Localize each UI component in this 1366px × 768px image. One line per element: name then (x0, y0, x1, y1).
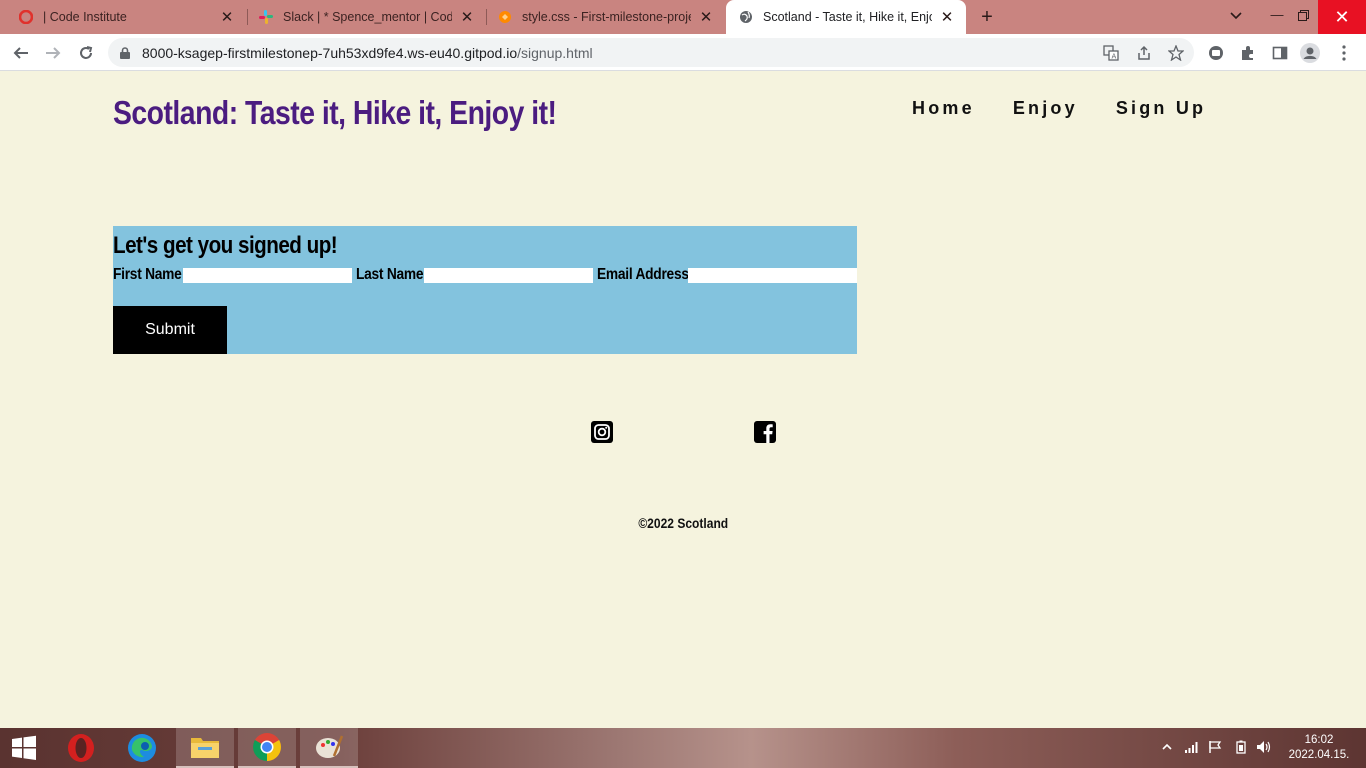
svg-text:A: A (1112, 53, 1117, 61)
action-center-flag-icon[interactable] (1208, 740, 1222, 757)
clock-time: 16:02 (1304, 734, 1334, 746)
signup-form: Let's get you signed up! First Name Last… (113, 226, 857, 354)
address-bar[interactable]: 8000-ksagep-firstmilestonep-7uh53xd9fe4.… (108, 38, 1194, 67)
nav-home-link[interactable]: Home (912, 98, 975, 119)
tab-scotland-active[interactable]: Scotland - Taste it, Hike it, Enjoy it! … (726, 0, 966, 34)
instagram-icon[interactable] (590, 420, 614, 444)
reload-icon[interactable] (73, 40, 99, 66)
email-address-input[interactable] (688, 268, 857, 283)
last-name-input[interactable] (424, 268, 593, 283)
bookmark-star-icon[interactable] (1168, 45, 1184, 61)
translate-icon[interactable]: A (1103, 45, 1119, 61)
tab-title: Scotland - Taste it, Hike it, Enjoy it! (763, 10, 932, 24)
copyright-label: ©2022 Scotland (638, 515, 728, 531)
nav-enjoy-link[interactable]: Enjoy (1013, 98, 1078, 119)
minimize-icon[interactable]: — (1264, 0, 1290, 34)
email-address-label: Email Address (597, 266, 689, 283)
window-close-button[interactable]: ✕ (1318, 0, 1366, 34)
nav-signup-link[interactable]: Sign Up (1116, 98, 1206, 119)
restore-icon[interactable] (1290, 0, 1316, 34)
close-icon[interactable]: ✕ (218, 8, 236, 26)
browser-toolbar: 8000-ksagep-firstmilestonep-7uh53xd9fe4.… (0, 34, 1366, 71)
windows-taskbar: 16:02 2022.04.15. (0, 728, 1366, 768)
tab-code-institute[interactable]: | Code Institute ✕ (0, 0, 246, 34)
first-name-input[interactable] (183, 268, 352, 283)
site-nav: Home Enjoy Sign Up (912, 98, 1244, 119)
battery-icon[interactable] (1236, 740, 1246, 757)
url-host: 8000-ksagep-firstmilestonep-7uh53xd9fe4.… (142, 45, 518, 61)
tab-slack[interactable]: Slack | * Spence_mentor | Code Institute… (248, 0, 486, 34)
back-arrow-icon[interactable] (8, 40, 34, 66)
tab-search-chevron-icon[interactable] (1230, 8, 1242, 23)
profile-avatar-icon[interactable] (1300, 43, 1320, 63)
side-panel-icon[interactable] (1270, 43, 1290, 63)
media-icon[interactable] (1206, 43, 1226, 63)
share-icon[interactable] (1136, 45, 1152, 61)
globe-icon (738, 9, 754, 25)
extensions-puzzle-icon[interactable] (1238, 43, 1258, 63)
volume-icon[interactable] (1256, 740, 1272, 757)
url-text: 8000-ksagep-firstmilestonep-7uh53xd9fe4.… (142, 45, 593, 61)
web-page: Scotland: Taste it, Hike it, Enjoy it! H… (0, 72, 1366, 728)
chrome-icon[interactable] (238, 728, 296, 768)
facebook-icon[interactable] (753, 420, 777, 444)
show-hidden-icons-chevron-icon[interactable] (1162, 740, 1172, 754)
tab-style-css[interactable]: style.css - First-milestone-project ✕ (487, 0, 725, 34)
opera-icon[interactable] (52, 728, 110, 768)
slack-icon (258, 9, 274, 25)
last-name-label: Last Name (356, 266, 424, 283)
copyright-text: ©2022 Scotland (0, 515, 1366, 531)
paint-icon[interactable] (300, 728, 358, 768)
network-signal-icon[interactable] (1184, 740, 1200, 757)
signup-fields-row: First Name Last Name Email Address (113, 266, 857, 286)
start-icon[interactable] (0, 728, 48, 768)
tab-title: | Code Institute (43, 10, 127, 24)
edge-icon[interactable] (113, 728, 171, 768)
url-path: /signup.html (517, 45, 593, 61)
tab-title: Slack | * Spence_mentor | Code Institute (283, 10, 452, 24)
file-explorer-icon[interactable] (176, 728, 234, 768)
tab-strip: | Code Institute ✕ Slack | * Spence_ment… (0, 0, 1366, 34)
site-title[interactable]: Scotland: Taste it, Hike it, Enjoy it! (113, 94, 557, 132)
lock-icon[interactable] (120, 46, 130, 59)
signup-heading: Let's get you signed up! (113, 232, 338, 259)
opera-favicon-icon (18, 9, 34, 25)
close-icon[interactable]: ✕ (458, 8, 476, 26)
close-icon[interactable]: ✕ (938, 8, 956, 26)
forward-arrow-icon[interactable] (40, 40, 66, 66)
clock-date: 2022.04.15. (1288, 749, 1350, 761)
new-tab-button[interactable]: + (976, 6, 998, 28)
menu-kebab-icon[interactable] (1334, 43, 1354, 63)
tab-title: style.css - First-milestone-project (522, 10, 691, 24)
taskbar-clock[interactable]: 16:02 2022.04.15. (1284, 733, 1354, 763)
first-name-label: First Name (113, 266, 182, 283)
close-icon[interactable]: ✕ (697, 8, 715, 26)
submit-button[interactable]: Submit (113, 306, 227, 354)
gitpod-icon (497, 9, 513, 25)
